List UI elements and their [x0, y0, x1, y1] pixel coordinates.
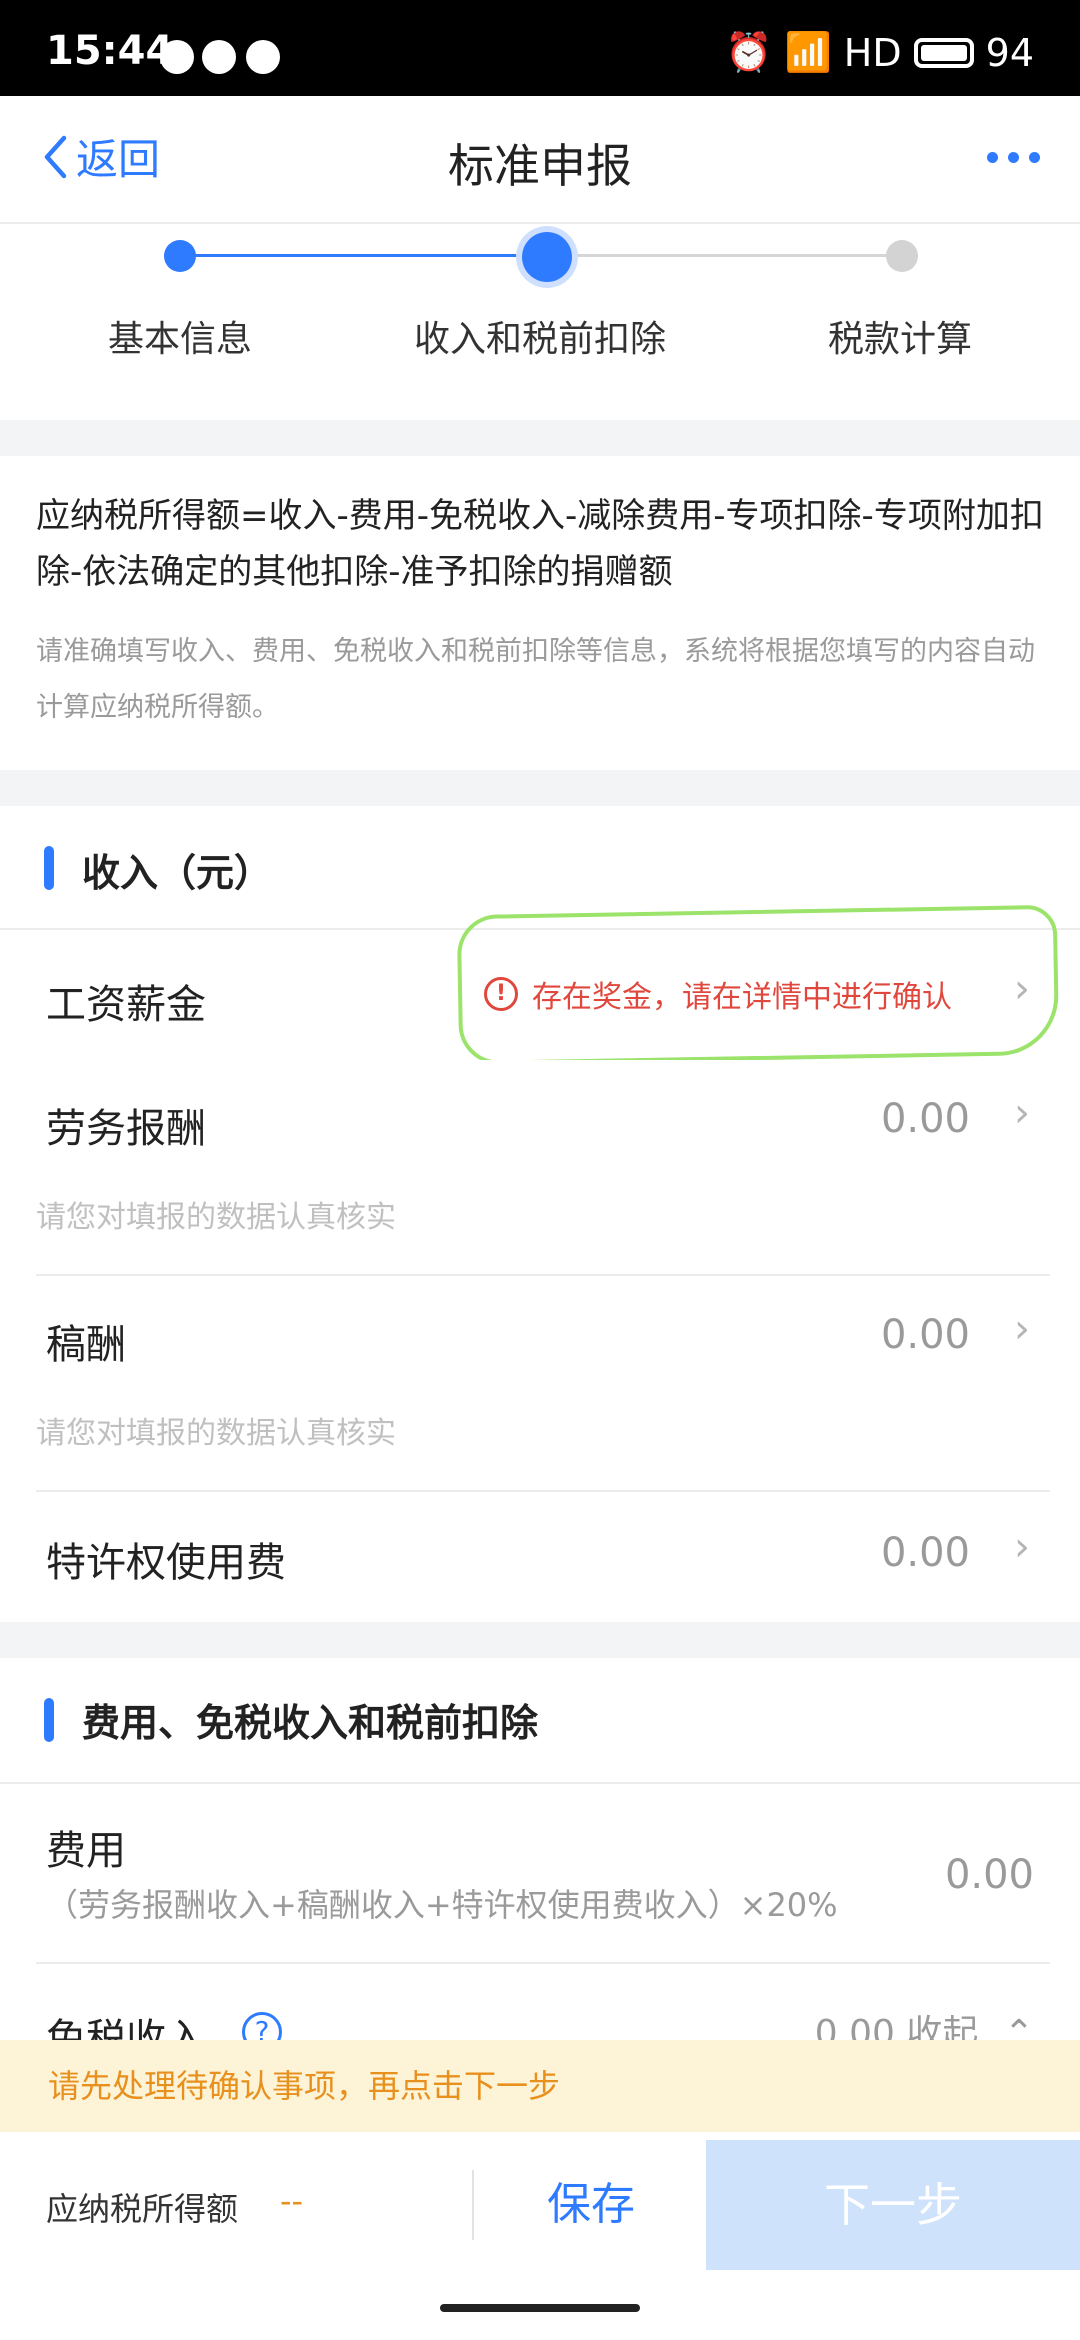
divider: [36, 1962, 1050, 1964]
section-accent-bar: [44, 846, 54, 890]
row-value: 0.00: [880, 1530, 970, 1576]
next-step-button[interactable]: 下一步: [706, 2140, 1080, 2270]
row-label: 劳务报酬: [46, 1106, 206, 1152]
bottom-action-bar: 应纳税所得额 -- 保存 下一步: [0, 2140, 1080, 2270]
more-icon[interactable]: [987, 152, 1040, 163]
formula-text: 应纳税所得额=收入-费用-免税收入-减除费用-专项扣除-专项附加扣除-依法确定的…: [36, 496, 1044, 592]
nav-bar: 返回 标准申报: [0, 96, 1080, 224]
wifi-icon: 📶: [784, 30, 832, 74]
row-value: 0.00: [880, 1312, 970, 1358]
save-button[interactable]: 保存: [476, 2140, 706, 2270]
step-label-2: 收入和税前扣除: [413, 319, 666, 360]
row-label: 稿酬: [46, 1322, 126, 1368]
battery-icon: [913, 37, 974, 68]
status-right: ⏰ 📶 HD 94: [725, 30, 1034, 75]
section-gap: [0, 420, 1080, 456]
network-label: HD: [843, 30, 902, 75]
alarm-icon: ⏰: [725, 30, 773, 74]
chevron-right-icon: ›: [1014, 1524, 1030, 1570]
section-gap: [0, 770, 1080, 806]
deduction-section-header: 费用、免税收入和税前扣除: [0, 1658, 1080, 1782]
divider: [472, 2170, 474, 2240]
step-label-3: 税款计算: [827, 319, 972, 360]
pending-confirmation-banner: 请先处理待确认事项，再点击下一步: [0, 2040, 1080, 2132]
chat-icon: [246, 40, 280, 74]
fee-formula: （劳务报酬收入+稿酬收入+特许权使用费收入）×20%: [46, 1886, 838, 1924]
warning-circle-icon: !: [484, 977, 518, 1011]
row-value: 0.00: [880, 1096, 970, 1142]
divider: [0, 1782, 1080, 1784]
row-hint: 请您对填报的数据认真核实: [36, 1200, 396, 1235]
income-row-license-fee[interactable]: 特许权使用费 0.00 ›: [0, 1492, 1080, 1620]
taxable-income-label: 应纳税所得额: [46, 2190, 239, 2228]
step-line-todo: [542, 254, 902, 257]
step-line-done: [180, 254, 542, 257]
status-bar: 15:44 ⏰ 📶 HD 94: [0, 0, 1080, 96]
step-dot-1: [164, 240, 196, 272]
row-label: 特许权使用费: [46, 1540, 286, 1586]
row-label: 工资薪金: [46, 982, 206, 1028]
fee-label: 费用: [46, 1828, 126, 1874]
income-row-royalty[interactable]: 稿酬 0.00 › 请您对填报的数据认真核实: [0, 1276, 1080, 1490]
battery-level: 94: [985, 30, 1034, 75]
home-indicator[interactable]: [440, 2304, 640, 2312]
notification-icon: [160, 40, 194, 74]
chevron-right-icon: ›: [1014, 1090, 1030, 1136]
income-section-title: 收入（元）: [82, 851, 273, 895]
income-row-labor[interactable]: 劳务报酬 0.00 › 请您对填报的数据认真核实: [0, 1060, 1080, 1274]
page-title: 标准申报: [448, 139, 632, 193]
row-hint: 请您对填报的数据认真核实: [36, 1416, 396, 1451]
step-dot-2: [522, 232, 572, 282]
status-time: 15:44: [46, 28, 174, 74]
section-gap: [0, 1622, 1080, 1658]
salary-warning[interactable]: ! 存在奖金，请在详情中进行确认: [484, 972, 952, 1016]
section-accent-bar: [44, 1698, 54, 1742]
taxable-income-value: --: [280, 2182, 304, 2220]
fee-value: 0.00: [944, 1852, 1034, 1898]
progress-stepper: 基本信息 收入和税前扣除 税款计算: [0, 224, 1080, 420]
chevron-right-icon: ›: [1014, 1306, 1030, 1352]
message-icon: [202, 40, 236, 74]
step-dot-3: [886, 240, 918, 272]
deduction-section-title: 费用、免税收入和税前扣除: [82, 1701, 539, 1745]
formula-note: 请准确填写收入、费用、免税收入和税前扣除等信息，系统将根据您填写的内容自动计算应…: [36, 636, 1035, 723]
step-label-1: 基本信息: [107, 319, 252, 360]
warning-text: 存在奖金，请在详情中进行确认: [532, 980, 952, 1015]
